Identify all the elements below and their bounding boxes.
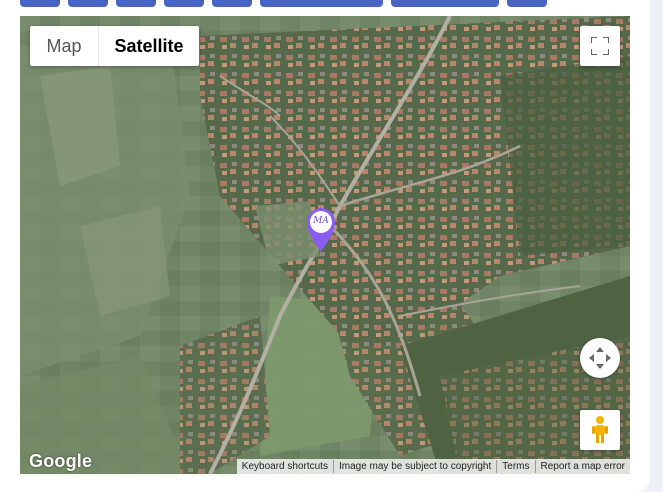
tab-4[interactable]: [164, 0, 204, 7]
tab-5[interactable]: [212, 0, 252, 7]
marker-monogram: MA: [313, 216, 329, 226]
pegman-icon: [592, 416, 608, 443]
fullscreen-icon: [591, 37, 609, 55]
copyright-notice: Image may be subject to copyright: [332, 460, 496, 473]
tab-8[interactable]: [507, 0, 547, 7]
tab-3[interactable]: [116, 0, 156, 7]
tab-7[interactable]: [391, 0, 499, 7]
tab-6[interactable]: [260, 0, 383, 7]
tab-2[interactable]: [68, 0, 108, 7]
fullscreen-button[interactable]: [580, 26, 620, 66]
map-attribution: Keyboard shortcuts Image may be subject …: [236, 459, 630, 474]
tab-1[interactable]: [20, 0, 60, 7]
keyboard-shortcuts-link[interactable]: Keyboard shortcuts: [237, 460, 333, 473]
report-map-error-link[interactable]: Report a map error: [534, 460, 630, 473]
pan-arrows-icon: [589, 347, 611, 369]
pan-control[interactable]: [580, 338, 620, 378]
street-view-pegman-button[interactable]: [580, 410, 620, 450]
map-type-map-button[interactable]: Map: [30, 26, 99, 66]
google-logo: Google: [29, 451, 93, 471]
location-marker[interactable]: MA: [306, 207, 336, 253]
map-pin-icon: [307, 208, 335, 252]
map-type-satellite-button[interactable]: Satellite: [99, 26, 199, 66]
map-type-control: Map Satellite: [30, 26, 199, 66]
satellite-map[interactable]: Map Satellite MA Google Keyboard shortcu: [20, 16, 630, 474]
tab-strip: [0, 0, 650, 8]
page-gutter: [650, 0, 663, 492]
terms-link[interactable]: Terms: [496, 460, 534, 473]
